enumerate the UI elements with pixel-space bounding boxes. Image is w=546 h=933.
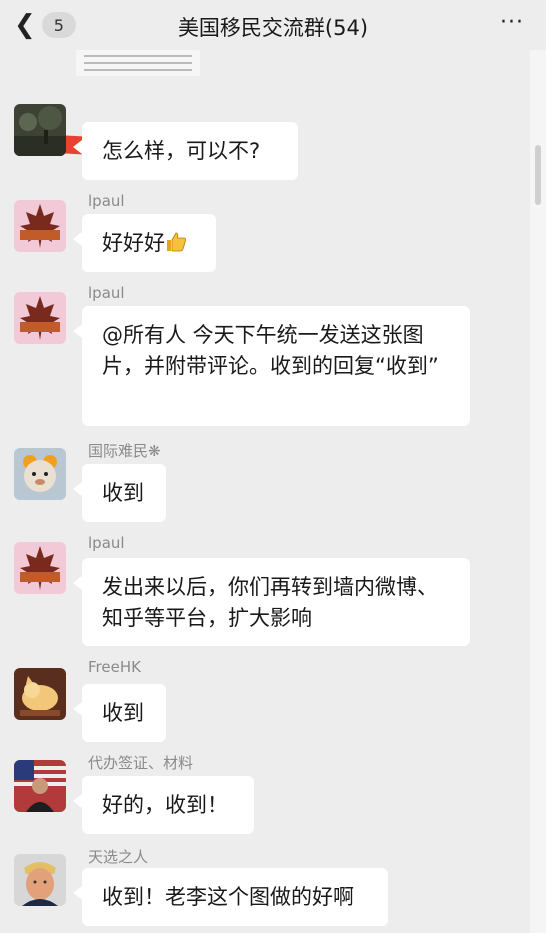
maple-leaf-logo-icon [14, 292, 66, 344]
message-row: 国际难民❋ 收到 [0, 438, 530, 528]
maple-leaf-logo-icon [14, 542, 66, 594]
sender-name: 代办签证、材料 [88, 754, 194, 772]
avatar[interactable] [14, 668, 66, 720]
message-text: 好好好 [102, 231, 165, 255]
maple-leaf-logo-icon [14, 200, 66, 252]
message-bubble[interactable]: @所有人 今天下午统一发送这张图片，并附带评论。收到的回复“收到” [73, 306, 470, 426]
message-bubble[interactable]: 好好好 [73, 214, 216, 272]
sender-name: lpaul [88, 284, 125, 302]
message-bubble[interactable]: 发出来以后，你们再转到墙内微博、知乎等平台，扩大影响 [73, 558, 470, 646]
cartoon-cat-icon [14, 668, 66, 720]
thumbs-up-icon [167, 232, 187, 252]
chat-message-list[interactable]: 怎么样，可以不? lpaul 好好好 lpaul @所有人 今天下午统一发送这张… [0, 50, 530, 933]
chat-title: 美国移民交流群(54) [177, 16, 369, 40]
message-row: lpaul @所有人 今天下午统一发送这张图片，并附带评论。收到的回复“收到” [0, 282, 530, 432]
avatar[interactable] [14, 542, 66, 594]
scrollbar-thumb[interactable] [535, 145, 541, 205]
message-bubble[interactable]: 收到 [73, 684, 166, 742]
chat-header: ❮ 5 美国移民交流群(54) ··· [0, 0, 546, 50]
message-row: 怎么样，可以不? [0, 98, 530, 188]
sender-name: lpaul [88, 192, 125, 210]
previous-image-message[interactable] [76, 50, 200, 76]
scrollbar[interactable] [530, 50, 546, 933]
person-with-flag-icon [14, 760, 66, 812]
avatar[interactable] [14, 292, 66, 344]
message-row: lpaul 发出来以后，你们再转到墙内微博、知乎等平台，扩大影响 [0, 532, 530, 652]
avatar[interactable] [14, 760, 66, 812]
sender-name: lpaul [88, 534, 125, 552]
sender-name: 国际难民❋ [88, 442, 161, 460]
sender-name: 天选之人 [88, 848, 149, 866]
message-row: 代办签证、材料 好的，收到！ [0, 750, 530, 842]
avatar[interactable] [14, 200, 66, 252]
message-bubble[interactable]: 收到！老李这个图做的好啊 [73, 868, 388, 926]
avatar[interactable] [14, 854, 66, 906]
bear-plush-toy-icon [14, 448, 66, 500]
dark-landscape-photo [14, 104, 66, 156]
message-row: lpaul 好好好 [0, 188, 530, 280]
avatar[interactable] [14, 448, 66, 500]
avatar[interactable] [14, 104, 66, 156]
more-options-icon[interactable]: ··· [500, 10, 524, 35]
message-bubble[interactable]: 好的，收到！ [73, 776, 254, 834]
message-bubble[interactable]: 收到 [73, 464, 166, 522]
message-row: FreeHK 收到 [0, 656, 530, 746]
sender-name: FreeHK [88, 658, 141, 676]
message-bubble[interactable]: 怎么样，可以不? [73, 122, 298, 180]
man-portrait-icon [14, 854, 66, 906]
message-row: 天选之人 收到！老李这个图做的好啊 [0, 844, 530, 933]
